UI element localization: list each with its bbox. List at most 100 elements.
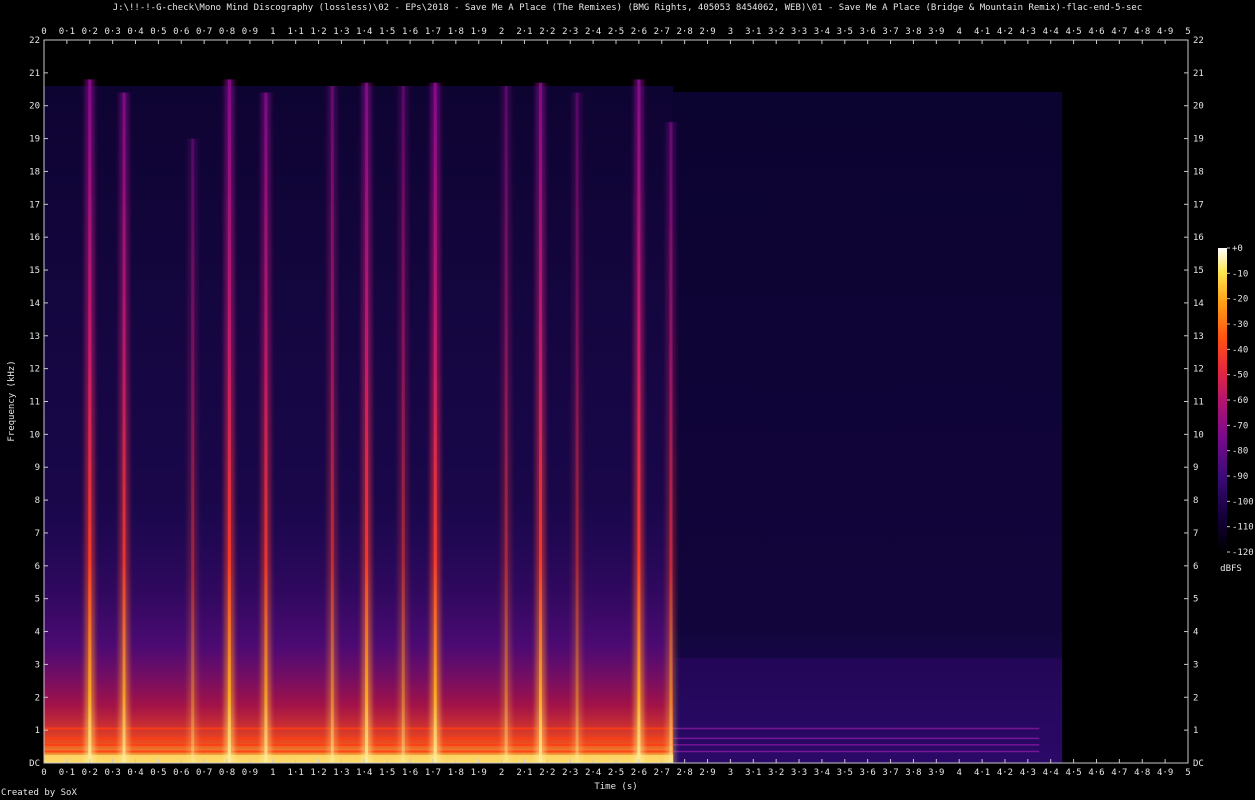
x-tick-label: 4·6 [1088, 768, 1104, 778]
y-tick-label-right: 19 [1193, 135, 1204, 145]
x-tick-label: 4·8 [1134, 768, 1150, 778]
y-tick-label-right: 15 [1193, 266, 1204, 276]
x-tick-label-top: 1·7 [425, 27, 441, 37]
x-tick-label-top: 1·5 [379, 27, 395, 37]
x-tick-label: 0·2 [82, 768, 98, 778]
x-tick-label: 3·1 [745, 768, 761, 778]
colorbar-tick-label: -90 [1232, 472, 1248, 482]
colorbar-tick-label: +0 [1232, 244, 1243, 254]
colorbar-tick-label: -100 [1232, 497, 1254, 507]
x-tick-label-top: 4 [956, 27, 961, 37]
transient-streak [637, 79, 641, 764]
credit-text: Created by SoX [1, 788, 77, 798]
transient-streak [669, 122, 673, 764]
x-tick-label: 1·3 [333, 768, 349, 778]
colorbar-tick-label: -40 [1232, 345, 1248, 355]
x-tick-label: 3·6 [860, 768, 876, 778]
x-tick-label: 4·2 [997, 768, 1013, 778]
y-tick-label: 5 [35, 595, 40, 605]
x-tick-label-top: 1 [270, 27, 275, 37]
colorbar-tick-label: -10 [1232, 269, 1248, 279]
transient-streak [330, 86, 334, 763]
x-tick-label-top: 4·1 [974, 27, 990, 37]
x-tick-label: 1·5 [379, 768, 395, 778]
x-tick-label: 4·1 [974, 768, 990, 778]
y-tick-label-right: 6 [1193, 562, 1198, 572]
x-tick-label-top: 3·4 [814, 27, 830, 37]
x-tick-label-top: 1·3 [333, 27, 349, 37]
y-tick-label: 11 [29, 398, 40, 408]
y-tick-label: 6 [35, 562, 40, 572]
transient-streak [227, 79, 231, 764]
x-tick-label: 3 [728, 768, 733, 778]
transient-streak [433, 82, 437, 764]
x-tick-label: 1 [270, 768, 275, 778]
x-tick-label-top: 0·7 [196, 27, 212, 37]
y-tick-label: 14 [29, 299, 40, 309]
x-tick-label-top: 2·8 [677, 27, 693, 37]
x-tick-label: 1·4 [356, 768, 372, 778]
x-tick-label-top: 2·4 [585, 27, 601, 37]
x-tick-label: 4·4 [1043, 768, 1059, 778]
transient-streak [538, 82, 542, 764]
y-tick-label-right: 4 [1193, 628, 1198, 638]
y-tick-label-right: 17 [1193, 200, 1204, 210]
y-tick-label: 17 [29, 200, 40, 210]
x-tick-label: 1·8 [448, 768, 464, 778]
x-tick-label: 3·8 [905, 768, 921, 778]
x-tick-label: 3·5 [837, 768, 853, 778]
x-tick-label: 4·5 [1065, 768, 1081, 778]
x-tick-label-top: 3·5 [837, 27, 853, 37]
x-axis-label: Time (s) [594, 782, 637, 792]
x-tick-label: 4·3 [1020, 768, 1036, 778]
x-tick-label-top: 3·6 [860, 27, 876, 37]
x-tick-label-top: 3·9 [928, 27, 944, 37]
transient-streak [122, 92, 126, 764]
x-tick-label-top: 4·4 [1043, 27, 1059, 37]
y-tick-label: 12 [29, 365, 40, 375]
y-tick-label: 3 [35, 660, 40, 670]
x-tick-label: 3·4 [814, 768, 830, 778]
y-tick-label-right: 16 [1193, 233, 1204, 243]
x-tick-label: 0·7 [196, 768, 212, 778]
transient-streak [575, 92, 579, 764]
y-tick-label: DC [29, 759, 40, 769]
x-tick-label-top: 4·6 [1088, 27, 1104, 37]
y-axis-label: Frequency (kHz) [7, 360, 17, 441]
colorbar: +0 -10 -20 -30 -40 -50 -60 -70 -80 -90 -100 -110 -12… [1218, 244, 1254, 558]
x-tick-label: 0·6 [173, 768, 189, 778]
x-tick-label-top: 4·9 [1157, 27, 1173, 37]
y-tick-label: 18 [29, 167, 40, 177]
x-tick-label-top: 3·8 [905, 27, 921, 37]
transient-streak [191, 138, 195, 763]
plot-area [44, 40, 1188, 764]
x-tick-label: 2·2 [539, 768, 555, 778]
x-tick-label-top: 0·4 [127, 27, 143, 37]
x-tick-label: 2 [499, 768, 504, 778]
x-tick-label-top: 4·3 [1020, 27, 1036, 37]
transient-streak [365, 82, 369, 764]
x-tick-label: 4 [956, 768, 961, 778]
x-tick-label-top: 1·6 [402, 27, 418, 37]
x-tick-label-top: 0·6 [173, 27, 189, 37]
x-tick-label-top: 3 [728, 27, 733, 37]
colorbar-tick-label: -50 [1232, 371, 1248, 381]
colorbar-tick-label: -60 [1232, 396, 1248, 406]
transient-streak [401, 86, 405, 763]
colorbar-gradient [1218, 248, 1227, 552]
y-tick-label: 22 [29, 36, 40, 46]
y-tick-label: 13 [29, 332, 40, 342]
y-tick-label: 19 [29, 135, 40, 145]
colorbar-tick-label: -70 [1232, 421, 1248, 431]
x-tick-label-top: 1·4 [356, 27, 372, 37]
y-tick-label-right: 14 [1193, 299, 1204, 309]
x-tick-label: 2·1 [516, 768, 532, 778]
spectrogram-chart: 0 0 0·1 0·1 0·2 0·2 0·3 0·3 0·4 0·4 0·5 0·5 0·6 0·6 0·… [7, 27, 1254, 792]
y-tick-label-right: 22 [1193, 36, 1204, 46]
x-tick-label: 3·7 [882, 768, 898, 778]
y-tick-label: 10 [29, 430, 40, 440]
y-tick-label-right: 1 [1193, 726, 1198, 736]
x-tick-label-top: 0·9 [242, 27, 258, 37]
y-tick-label: 4 [35, 628, 40, 638]
y-tick-label-right: 3 [1193, 660, 1198, 670]
